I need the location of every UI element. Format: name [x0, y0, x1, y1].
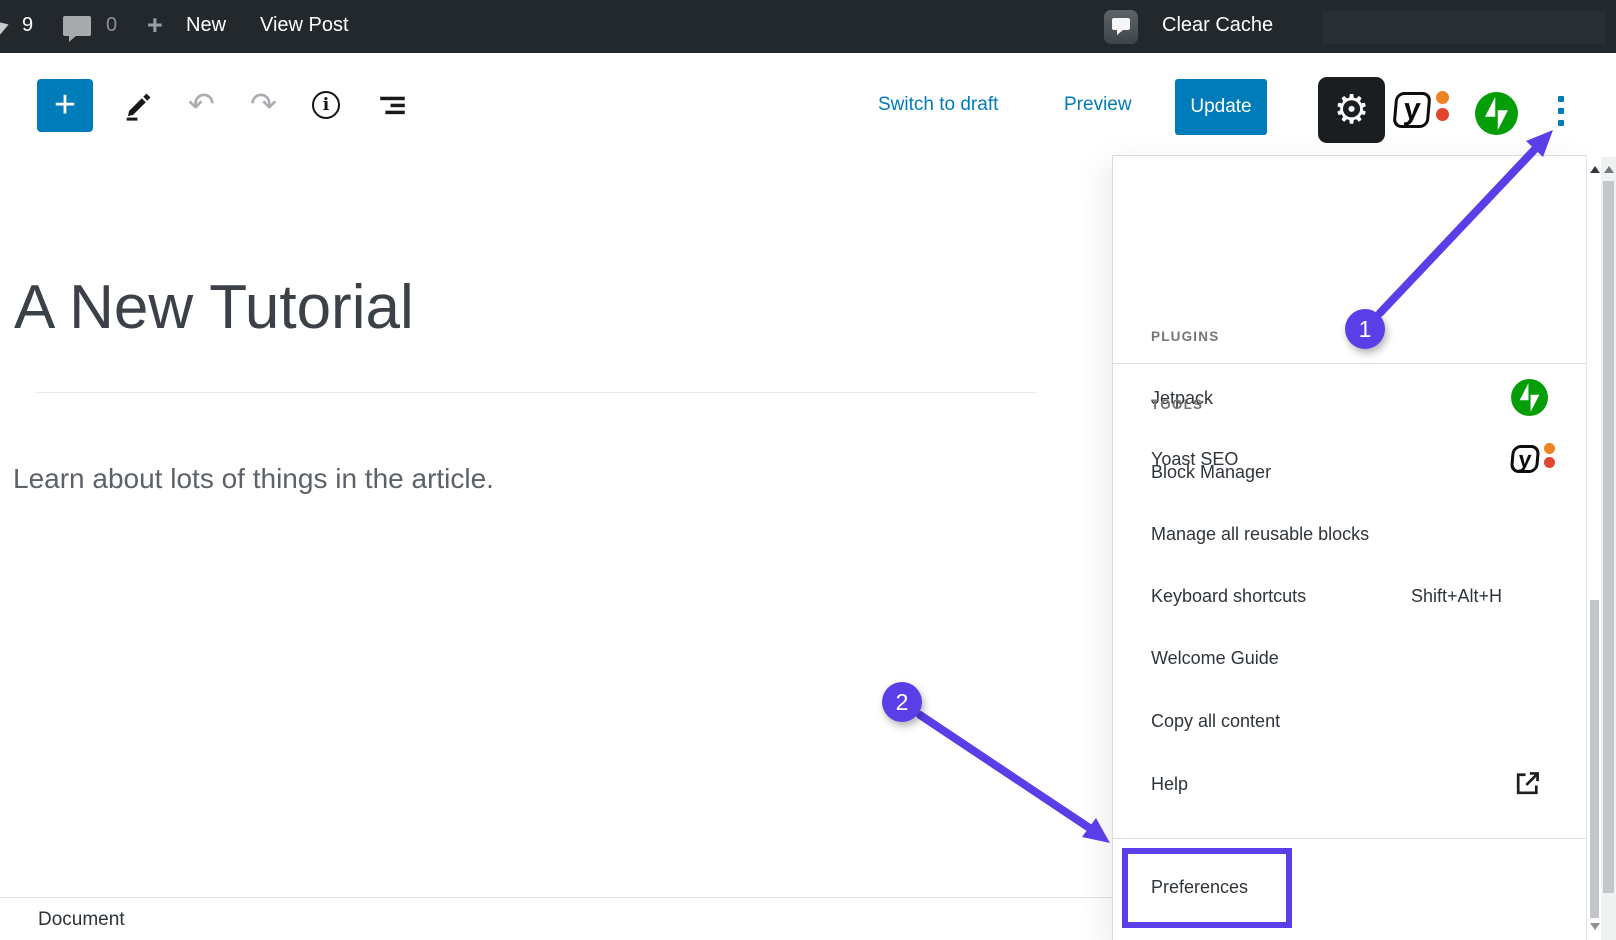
yoast-red-dot	[1436, 108, 1449, 121]
new-plus-icon[interactable]: +	[147, 10, 163, 41]
kebab-menu-icon[interactable]	[1554, 94, 1568, 130]
jetpack-menu-icon	[1511, 379, 1548, 421]
annotation-step-2-number: 2	[896, 689, 909, 715]
yoast-toolbar-icon[interactable]: y	[1394, 89, 1450, 131]
wordpress-editor-screen: 9 0 + New View Post Clear Cache + ↶ ↷ i	[0, 0, 1616, 940]
menu-section-header-tools: TOOLS	[1151, 397, 1203, 412]
menu-item-copy-all-content[interactable]: Copy all content	[1151, 711, 1280, 732]
options-popover-menu: PLUGINS Jetpack Yoast SEO y TOOLS Block …	[1112, 155, 1586, 940]
info-i-glyph: i	[323, 95, 329, 115]
gear-icon: ⚙	[1334, 87, 1370, 133]
yoast-menu-icon: y	[1511, 442, 1557, 476]
list-view-icon[interactable]	[377, 90, 408, 126]
preview-link[interactable]: Preview	[1064, 94, 1132, 116]
bubble-glyph	[1112, 18, 1130, 30]
annotation-arrow-2-head	[1082, 818, 1110, 843]
yoast-orange-dot	[1544, 443, 1555, 454]
menu-scrollbar-thumb[interactable]	[1590, 600, 1599, 918]
window-scrollbar-thumb[interactable]	[1603, 181, 1614, 893]
redo-icon[interactable]: ↷	[250, 88, 277, 120]
menu-divider	[1113, 838, 1587, 839]
yoast-y-glyph: y	[1392, 92, 1431, 128]
editor-header: + ↶ ↷ i Switch to draft Preview Update ⚙…	[0, 53, 1616, 155]
scroll-down-arrow-icon[interactable]	[1590, 923, 1600, 930]
yoast-y-glyph: y	[1510, 445, 1540, 473]
menu-divider	[1113, 363, 1587, 364]
comments-count[interactable]: 0	[106, 14, 117, 37]
keyboard-shortcut-badge: Shift+Alt+H	[1411, 586, 1502, 607]
breadcrumb: Document	[38, 909, 125, 931]
updates-count[interactable]: 9	[22, 14, 33, 37]
updates-icon[interactable]	[0, 15, 12, 39]
admin-bar-hover-region	[1322, 11, 1606, 44]
admin-bar-clear-cache[interactable]: Clear Cache	[1162, 14, 1273, 37]
update-button[interactable]: Update	[1175, 79, 1267, 135]
menu-item-help[interactable]: Help	[1151, 774, 1188, 795]
window-scrollbar[interactable]	[1601, 53, 1616, 940]
post-paragraph[interactable]: Learn about lots of things in the articl…	[13, 463, 494, 495]
details-info-icon[interactable]: i	[312, 91, 340, 119]
block-inserter-button[interactable]: +	[37, 79, 93, 132]
switch-to-draft-link[interactable]: Switch to draft	[878, 94, 998, 116]
plus-icon: +	[54, 84, 76, 127]
menu-item-preferences[interactable]: Preferences	[1151, 877, 1248, 898]
annotation-arrow-2-line	[920, 715, 1091, 829]
menu-item-block-manager[interactable]: Block Manager	[1151, 462, 1271, 483]
settings-gear-button[interactable]: ⚙	[1318, 77, 1385, 143]
scroll-up-arrow-icon[interactable]	[1604, 166, 1614, 173]
undo-icon[interactable]: ↶	[188, 88, 215, 120]
menu-item-welcome-guide[interactable]: Welcome Guide	[1151, 648, 1279, 669]
yoast-orange-dot	[1436, 91, 1449, 104]
menu-scrollbar[interactable]	[1586, 155, 1601, 940]
comments-bubble-icon[interactable]	[63, 16, 91, 36]
menu-section-header-plugins: PLUGINS	[1151, 329, 1219, 344]
yoast-red-dot	[1544, 457, 1555, 468]
wp-admin-bar: 9 0 + New View Post Clear Cache	[0, 0, 1616, 53]
menu-item-keyboard-shortcuts[interactable]: Keyboard shortcuts	[1151, 586, 1306, 607]
title-block-divider	[35, 392, 1037, 393]
annotation-step-2-circle	[882, 682, 922, 722]
post-title[interactable]: A New Tutorial	[14, 272, 414, 343]
update-button-label: Update	[1190, 96, 1251, 118]
edit-mode-pencil-icon[interactable]	[122, 89, 155, 127]
admin-bar-view-post[interactable]: View Post	[260, 14, 349, 37]
menu-item-manage-reusable-blocks[interactable]: Manage all reusable blocks	[1151, 524, 1369, 545]
external-link-icon	[1512, 768, 1543, 804]
admin-bar-new[interactable]: New	[186, 14, 226, 37]
jetpack-toolbar-icon[interactable]	[1475, 92, 1518, 140]
scroll-up-arrow-icon[interactable]	[1590, 166, 1600, 173]
clear-cache-bubble-icon[interactable]	[1104, 10, 1138, 44]
breadcrumb-bar-divider	[0, 897, 1112, 898]
